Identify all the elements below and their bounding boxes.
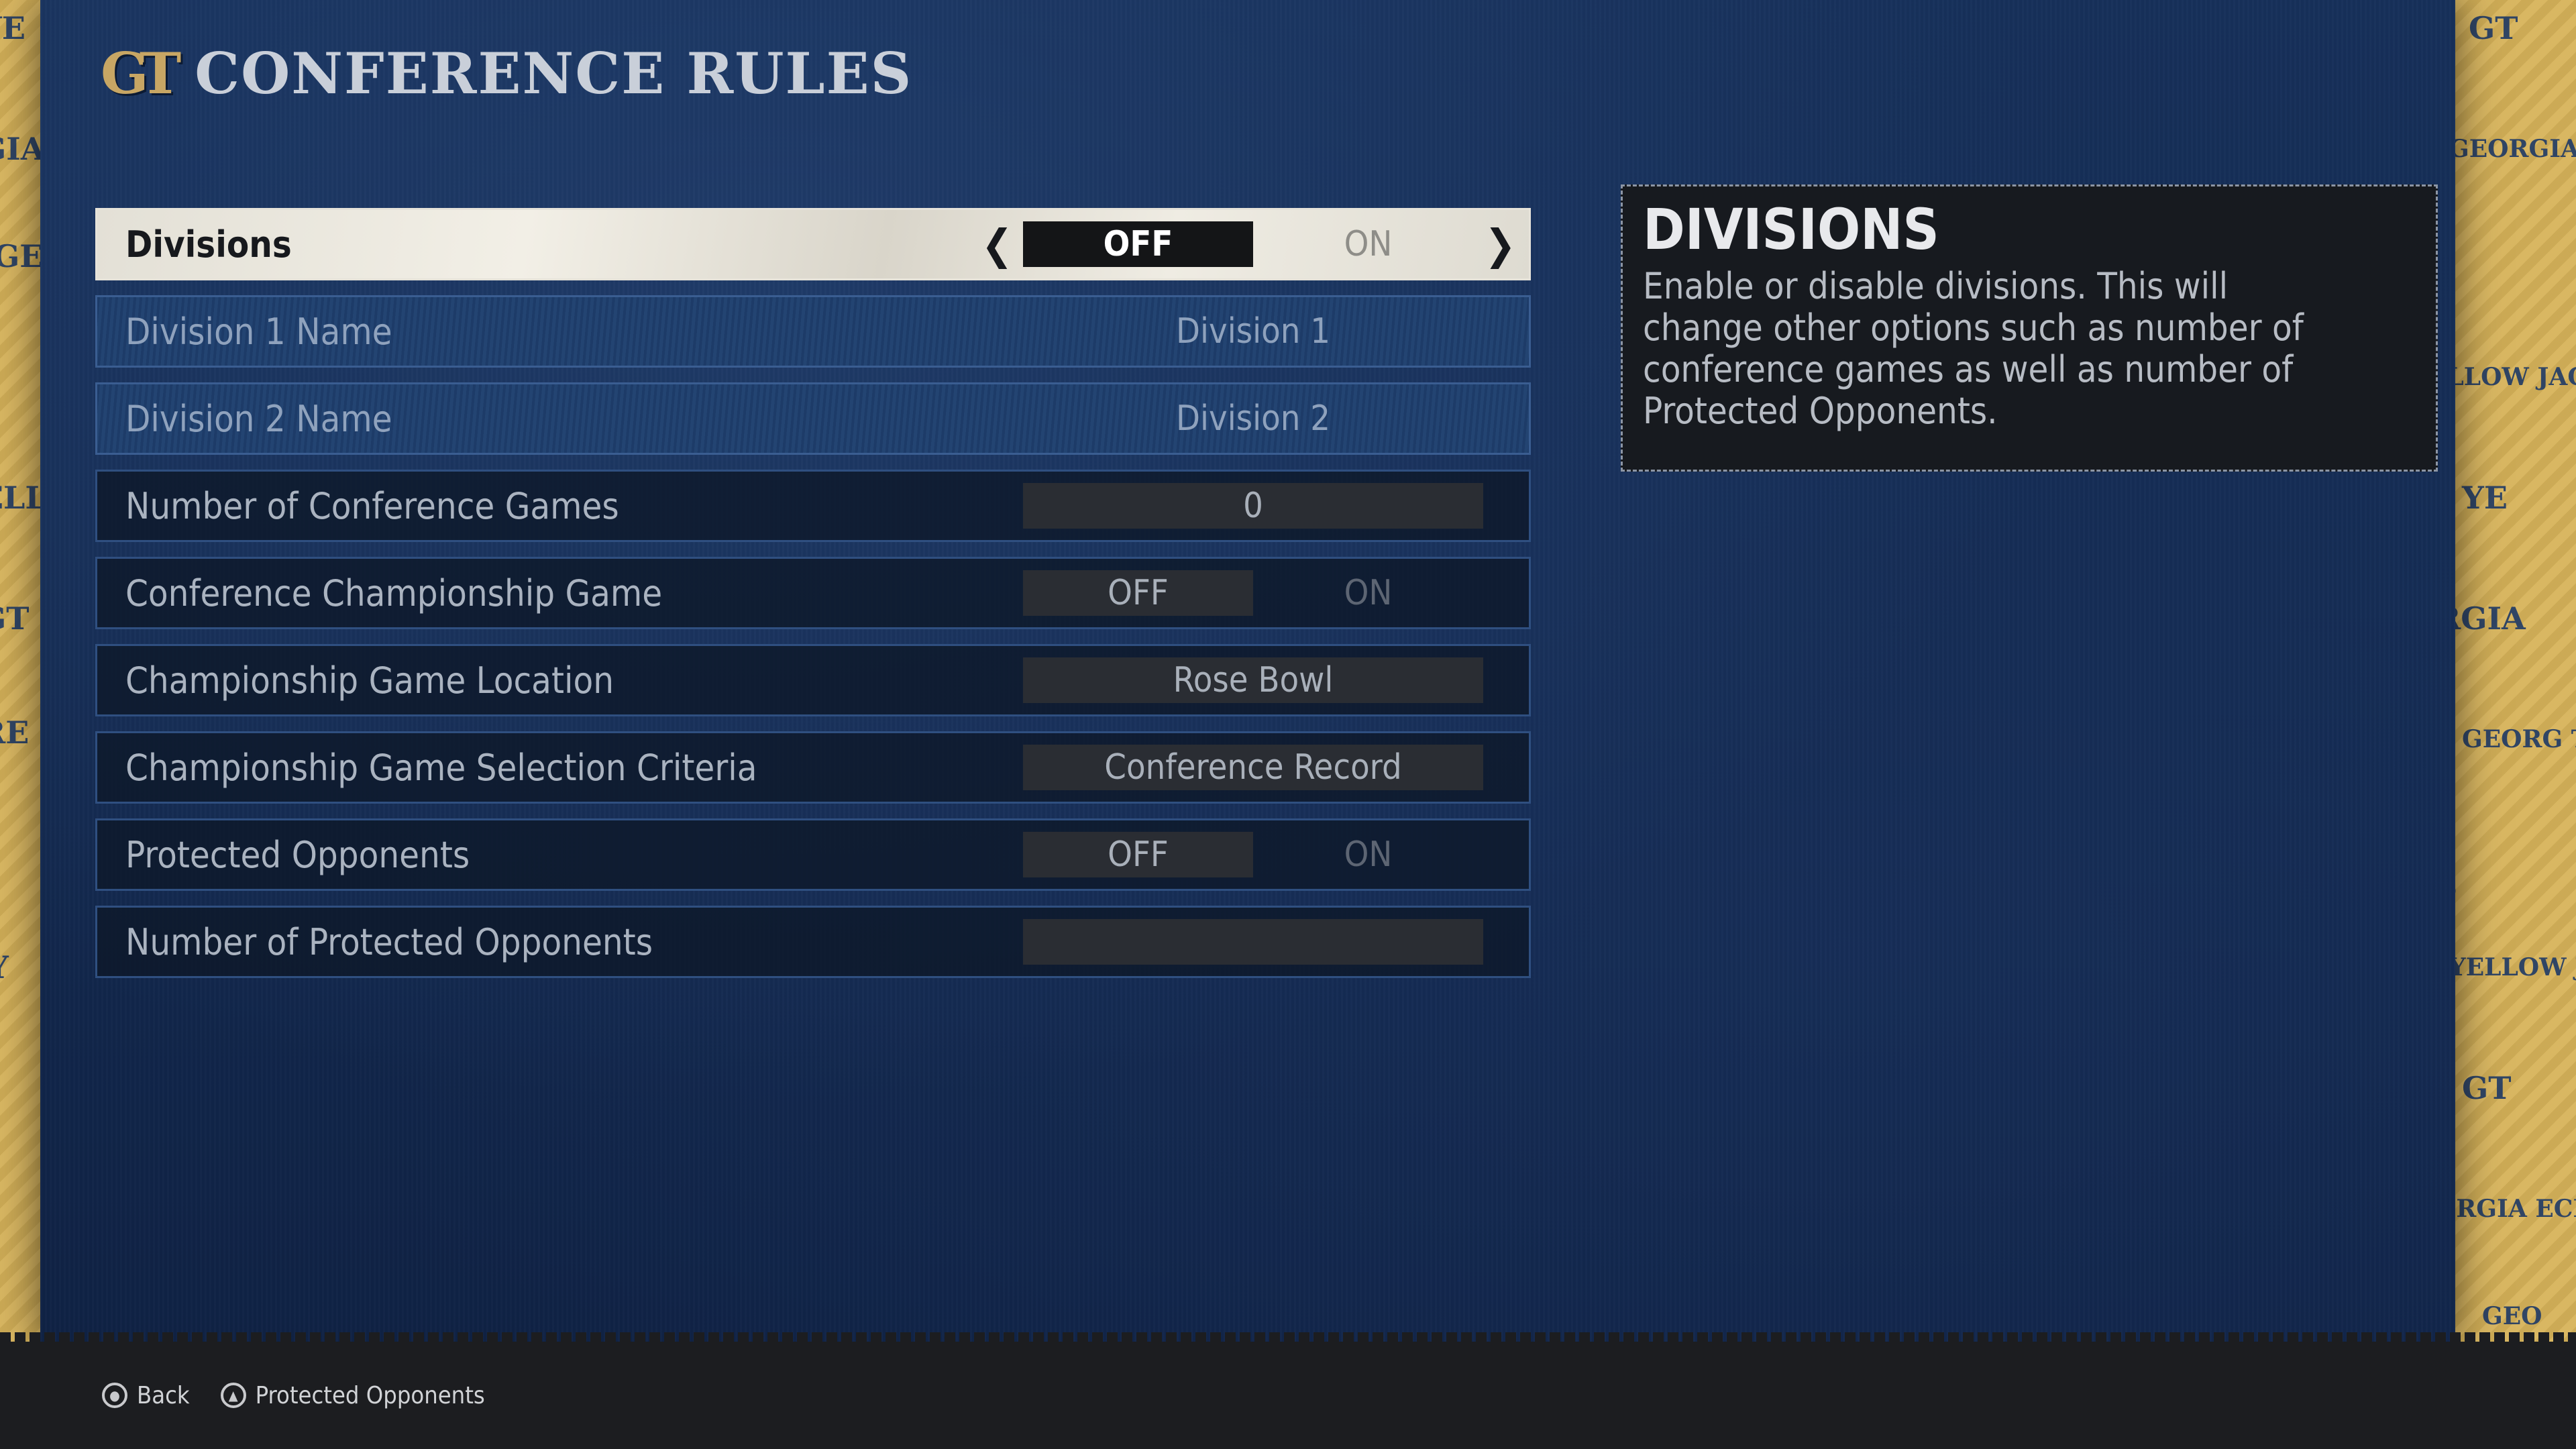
toggle-off-option[interactable]: OFF bbox=[1023, 570, 1253, 616]
side-tag: YE bbox=[0, 10, 25, 46]
setting-label: Conference Championship Game bbox=[125, 572, 663, 614]
setting-label: Protected Opponents bbox=[125, 833, 470, 876]
toggle-off-option[interactable]: OFF bbox=[1023, 221, 1253, 267]
side-tag: RE bbox=[0, 714, 30, 751]
setting-number-of-protected-opponents[interactable]: Number of Protected Opponents bbox=[95, 906, 1531, 978]
side-tag: GT bbox=[0, 600, 30, 637]
setting-value[interactable] bbox=[1023, 919, 1483, 965]
team-logo: GT bbox=[101, 40, 181, 107]
info-title: DIVISIONS bbox=[1643, 197, 1939, 262]
setting-division-1-name[interactable]: Division 1 Name Division 1 bbox=[95, 295, 1531, 368]
setting-conference-championship-game[interactable]: Conference Championship Game OFF ON bbox=[95, 557, 1531, 629]
side-tag: YE bbox=[2462, 480, 2508, 516]
settings-list: Divisions ❮ OFF ON ❯ Division 1 Name Div… bbox=[95, 208, 1531, 993]
setting-label: Number of Protected Opponents bbox=[125, 920, 653, 963]
setting-division-2-name[interactable]: Division 2 Name Division 2 bbox=[95, 382, 1531, 455]
back-hint[interactable]: ● Back bbox=[102, 1382, 190, 1409]
setting-label: Number of Conference Games bbox=[125, 484, 619, 527]
setting-protected-opponents[interactable]: Protected Opponents OFF ON bbox=[95, 818, 1531, 891]
circle-button-icon: ● bbox=[102, 1383, 127, 1408]
chevron-right-icon[interactable]: ❯ bbox=[1485, 223, 1516, 266]
setting-label: Championship Game Selection Criteria bbox=[125, 746, 757, 789]
setting-championship-selection-criteria[interactable]: Championship Game Selection Criteria Con… bbox=[95, 731, 1531, 804]
info-panel: DIVISIONS Enable or disable divisions. T… bbox=[1621, 184, 2438, 472]
triangle-button-icon: ▲ bbox=[220, 1383, 246, 1408]
setting-value[interactable]: Conference Record bbox=[1023, 745, 1483, 790]
footer-bar: ● Back ▲ Protected Opponents bbox=[0, 1332, 2576, 1449]
toggle-on-option[interactable]: ON bbox=[1253, 832, 1483, 877]
right-pattern-strip: GT GEORGIA TECH ELLOW JACKETS YE RGIA GE… bbox=[2442, 0, 2576, 1342]
page-header: GT CONFERENCE RULES bbox=[101, 40, 912, 107]
side-tag: YELLOW JACKETS bbox=[2449, 953, 2576, 981]
toggle-on-option[interactable]: ON bbox=[1253, 221, 1483, 267]
setting-championship-game-location[interactable]: Championship Game Location Rose Bowl bbox=[95, 644, 1531, 716]
chevron-left-icon[interactable]: ❮ bbox=[981, 223, 1013, 266]
toggle-on-option[interactable]: ON bbox=[1253, 570, 1483, 616]
side-tag: GEO bbox=[2482, 1302, 2542, 1330]
championship-game-toggle[interactable]: OFF ON bbox=[1023, 570, 1483, 616]
setting-number-of-conference-games[interactable]: Number of Conference Games 0 bbox=[95, 470, 1531, 542]
setting-label: Divisions bbox=[125, 223, 292, 266]
side-tag: GEORGIA TECH bbox=[2449, 135, 2576, 163]
setting-value: Division 1 bbox=[1176, 311, 1330, 352]
protected-opponents-label: Protected Opponents bbox=[255, 1381, 485, 1409]
page-title: CONFERENCE RULES bbox=[195, 40, 913, 107]
side-tag: ELLOW JACKETS bbox=[2442, 363, 2576, 391]
protected-opponents-hint[interactable]: ▲ Protected Opponents bbox=[220, 1381, 485, 1409]
side-tag: GT bbox=[2469, 10, 2518, 46]
setting-divisions[interactable]: Divisions ❮ OFF ON ❯ bbox=[95, 208, 1531, 280]
back-label: Back bbox=[137, 1381, 190, 1409]
setting-value[interactable]: 0 bbox=[1023, 483, 1483, 529]
toggle-off-option[interactable]: OFF bbox=[1023, 832, 1253, 877]
setting-value[interactable]: Rose Bowl bbox=[1023, 657, 1483, 703]
side-tag: Y bbox=[0, 952, 9, 983]
side-tag: GEORG TEC bbox=[2462, 725, 2576, 753]
setting-label: Championship Game Location bbox=[125, 659, 614, 702]
setting-label: Division 1 Name bbox=[125, 310, 392, 353]
divisions-toggle[interactable]: OFF ON bbox=[1023, 221, 1483, 267]
setting-value: Division 2 bbox=[1176, 398, 1330, 439]
side-tag: ORGIA ECH bbox=[2442, 1195, 2576, 1223]
protected-opponents-toggle[interactable]: OFF ON bbox=[1023, 832, 1483, 877]
setting-label: Division 2 Name bbox=[125, 397, 392, 440]
info-description: Enable or disable divisions. This will c… bbox=[1643, 265, 2304, 433]
side-tag: GT bbox=[2462, 1070, 2512, 1106]
side-tag: GIA bbox=[0, 131, 45, 167]
